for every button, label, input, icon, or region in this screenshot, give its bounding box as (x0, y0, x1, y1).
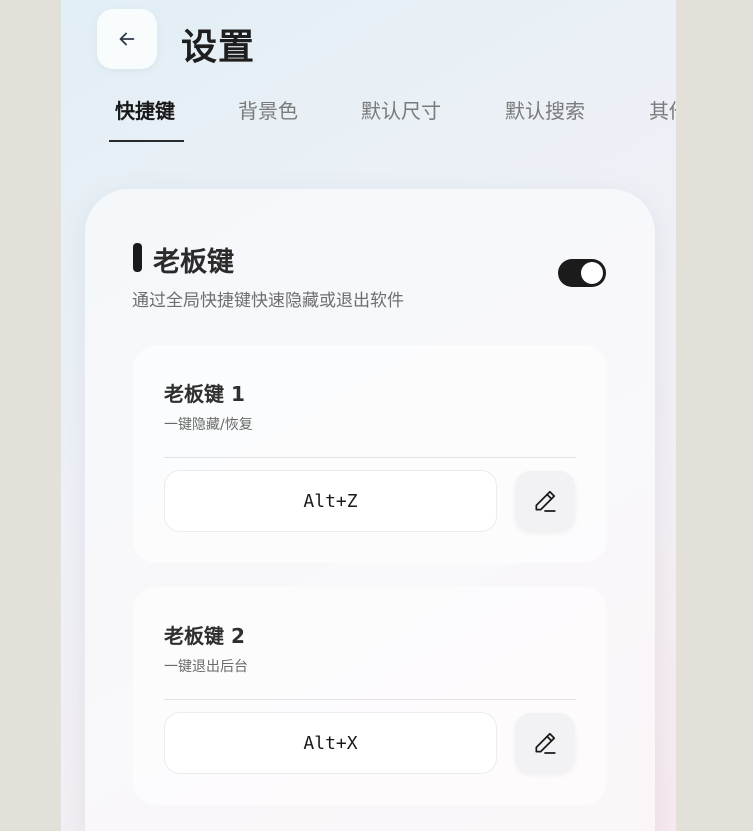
boss-key-1-description: 一键隐藏/恢复 (164, 417, 253, 433)
page-title: 设置 (181, 27, 256, 68)
divider (164, 699, 576, 700)
boss-key-2-description: 一键退出后台 (164, 659, 248, 675)
tab-default-search[interactable]: 默认搜索 (505, 95, 585, 124)
boss-key-1-edit-button[interactable] (515, 471, 575, 531)
back-button[interactable] (97, 9, 157, 69)
tab-other[interactable]: 其他 (649, 95, 676, 124)
settings-panel: 设置 快捷键 背景色 默认尺寸 默认搜索 其他 老板键 通过全局快捷键快速隐藏或… (61, 0, 676, 831)
tab-background-color[interactable]: 背景色 (238, 95, 298, 124)
section-title: 老板键 (153, 247, 234, 278)
boss-key-toggle[interactable] (558, 259, 606, 287)
active-tab-indicator (109, 140, 184, 142)
section-accent-bar (133, 243, 142, 272)
boss-key-card: 老板键 通过全局快捷键快速隐藏或退出软件 老板键 1 一键隐藏/恢复 老板键 2… (85, 189, 655, 831)
boss-key-1-name: 老板键 1 (164, 382, 245, 406)
toggle-knob (581, 262, 603, 284)
boss-key-2-name: 老板键 2 (164, 624, 245, 648)
boss-key-1-shortcut-input[interactable] (164, 470, 497, 532)
tab-shortcuts[interactable]: 快捷键 (115, 95, 175, 124)
boss-key-1-card: 老板键 1 一键隐藏/恢复 (133, 345, 607, 563)
pencil-icon (535, 732, 556, 754)
tab-default-size[interactable]: 默认尺寸 (361, 95, 441, 124)
settings-tabs: 快捷键 背景色 默认尺寸 默认搜索 其他 (61, 88, 676, 144)
pencil-icon (535, 490, 556, 512)
boss-key-2-card: 老板键 2 一键退出后台 (133, 587, 607, 805)
arrow-left-icon (119, 32, 135, 46)
divider (164, 457, 576, 458)
boss-key-2-shortcut-input[interactable] (164, 712, 497, 774)
section-description: 通过全局快捷键快速隐藏或退出软件 (132, 291, 404, 311)
boss-key-2-edit-button[interactable] (515, 713, 575, 773)
